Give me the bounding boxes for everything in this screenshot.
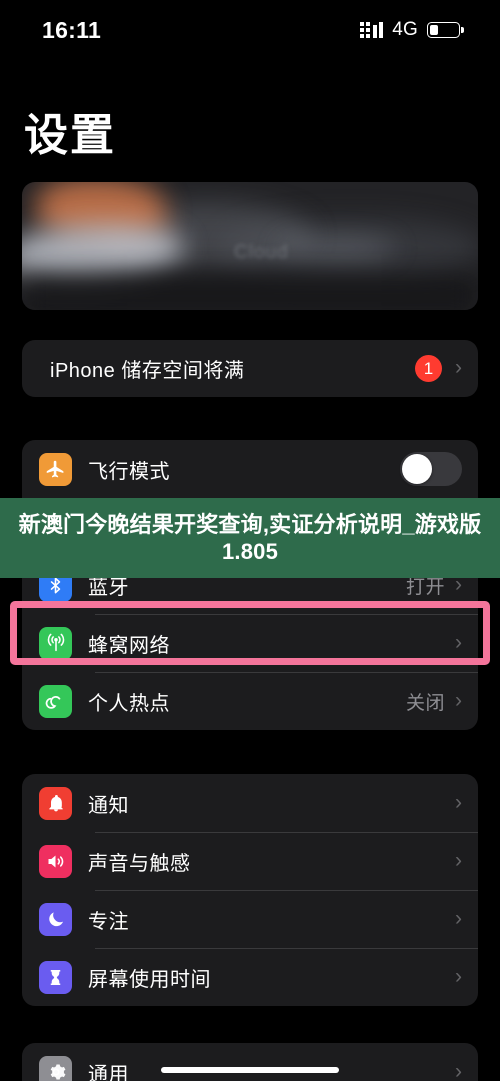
battery-icon <box>427 22 460 38</box>
status-indicators: 4G <box>359 19 460 41</box>
row-airplane-mode[interactable]: 飞行模式 <box>22 440 478 498</box>
cellular-antenna-icon <box>39 626 72 660</box>
row-label: 屏幕使用时间 <box>88 968 211 991</box>
hotspot-icon <box>39 684 72 718</box>
chevron-right-icon: › <box>455 1059 462 1081</box>
row-personal-hotspot[interactable]: 个人热点 关闭 › <box>22 672 478 730</box>
overlay-banner-text: 新澳门今晚结果开奖查询,实证分析说明_游戏版1.805 <box>18 511 482 565</box>
storage-warning-group: iPhone 储存空间将满 1 › <box>22 340 478 397</box>
chevron-right-icon: › <box>455 356 462 379</box>
notifications-settings-group: 通知 › 声音与触感 › 专注 › 屏幕使用时间 › <box>22 774 478 1006</box>
chevron-right-icon: › <box>455 848 462 872</box>
row-notifications[interactable]: 通知 › <box>22 774 478 832</box>
chevron-right-icon: › <box>455 688 462 712</box>
row-general[interactable]: 通用 › <box>22 1043 478 1081</box>
home-indicator[interactable] <box>161 1067 339 1073</box>
signal-bars-icon <box>359 22 384 38</box>
hourglass-icon <box>39 960 72 994</box>
row-label: 个人热点 <box>88 692 170 715</box>
apple-id-card-obscured[interactable]: Cloud <box>22 182 478 310</box>
row-label: 蜂窝网络 <box>88 634 170 657</box>
row-label: 飞行模式 <box>88 460 170 483</box>
network-settings-group: 飞行模式 无线局域网 › 蓝牙 打开 › <box>22 440 478 730</box>
moon-icon <box>39 902 72 936</box>
row-screen-time[interactable]: 屏幕使用时间 › <box>22 948 478 1006</box>
airplane-mode-toggle[interactable] <box>400 452 462 486</box>
row-sounds-haptics[interactable]: 声音与触感 › <box>22 832 478 890</box>
overlay-banner: 新澳门今晚结果开奖查询,实证分析说明_游戏版1.805 <box>0 498 500 578</box>
smudge-blob <box>22 224 184 280</box>
status-time: 16:11 <box>42 16 102 43</box>
chevron-right-icon: › <box>455 630 462 654</box>
obscured-text: Cloud <box>234 242 289 263</box>
bell-icon <box>39 786 72 820</box>
general-settings-group: 通用 › <box>22 1043 478 1081</box>
chevron-right-icon: › <box>455 964 462 988</box>
smudge-blob <box>277 237 397 259</box>
status-bar: 16:11 4G <box>0 0 500 60</box>
row-cellular[interactable]: 蜂窝网络 › <box>22 614 478 672</box>
row-label: iPhone 储存空间将满 <box>50 360 245 382</box>
status-badge: 1 <box>415 355 442 382</box>
row-label: 声音与触感 <box>88 852 191 875</box>
smudge-blob <box>22 276 478 310</box>
speaker-icon <box>39 844 72 878</box>
airplane-icon <box>39 452 72 486</box>
row-value: 关闭 <box>405 692 445 714</box>
page-title: 设置 <box>24 111 116 160</box>
row-label: 通知 <box>88 794 129 817</box>
chevron-right-icon: › <box>455 906 462 930</box>
network-type-label: 4G <box>392 19 418 40</box>
gear-icon <box>39 1055 72 1081</box>
row-focus[interactable]: 专注 › <box>22 890 478 948</box>
row-iphone-storage[interactable]: iPhone 储存空间将满 1 › <box>22 340 478 397</box>
chevron-right-icon: › <box>455 790 462 814</box>
toggle-knob <box>402 454 432 484</box>
row-label: 专注 <box>88 910 129 933</box>
